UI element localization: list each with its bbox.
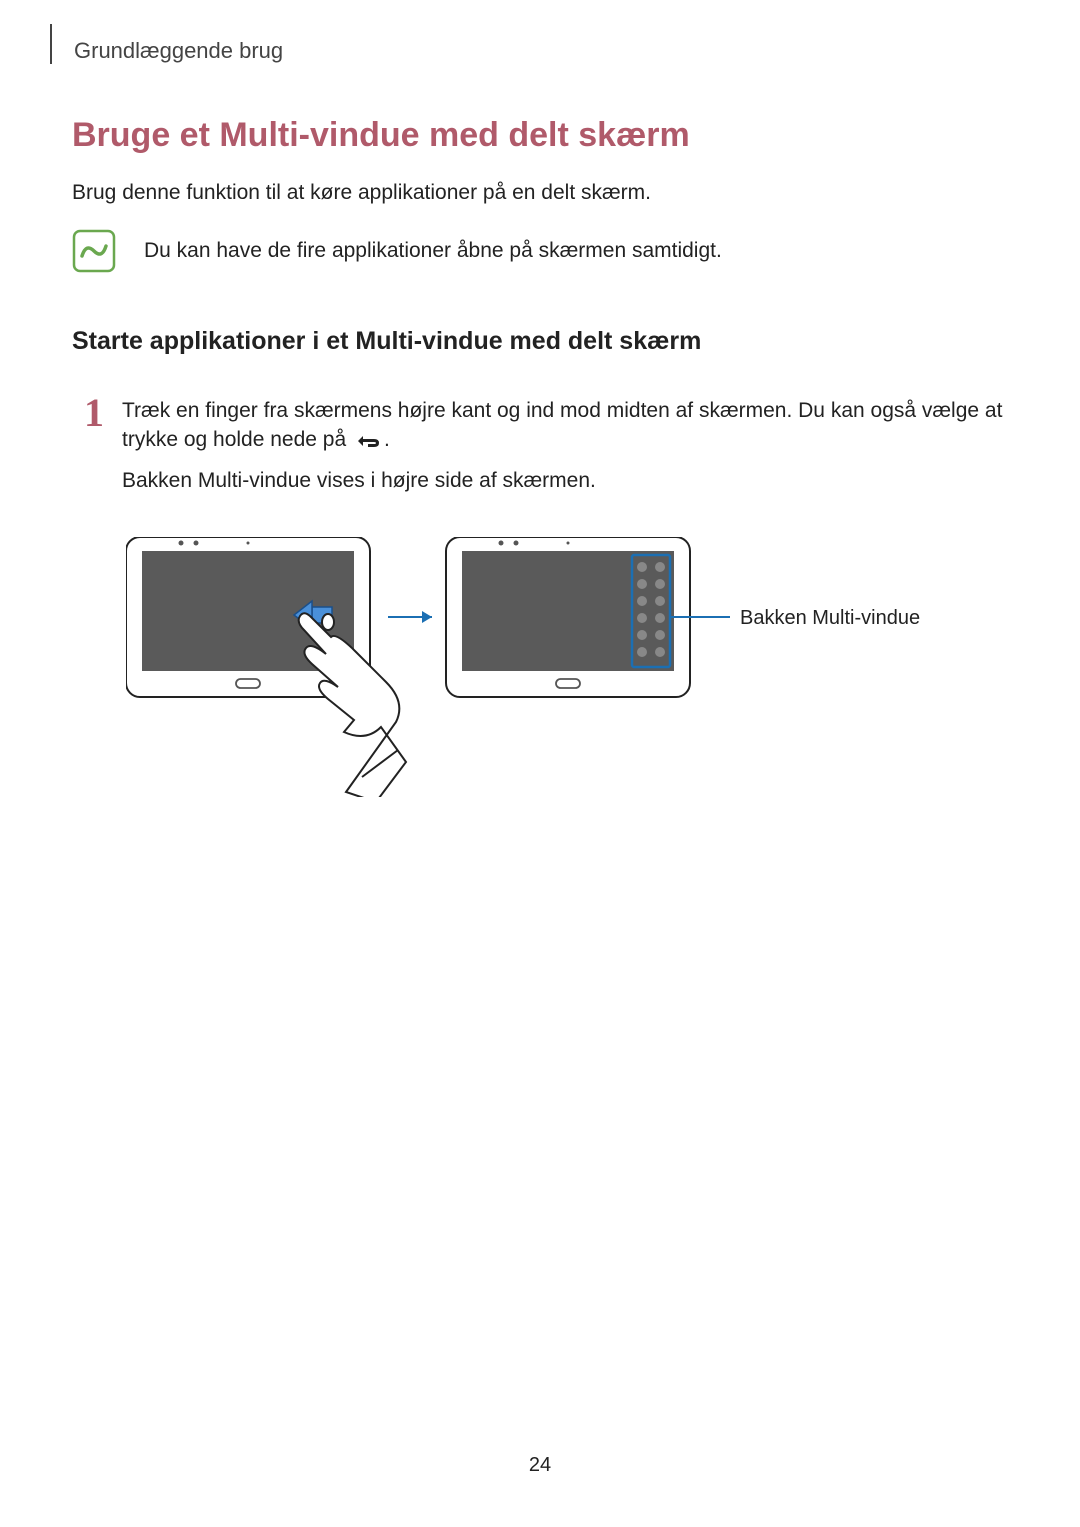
step-text: Træk en finger fra skærmens højre kant o… [122, 396, 1008, 455]
subsection-heading: Starte applikationer i et Multi-vindue m… [72, 327, 1008, 356]
back-icon [354, 432, 382, 450]
diagram-callout-label: Bakken Multi-vindue [740, 607, 920, 630]
step-text-part1: Træk en finger fra skærmens højre kant o… [122, 399, 1002, 451]
note-icon [72, 229, 116, 273]
header-divider [50, 24, 52, 64]
step-1: 1 Træk en finger fra skærmens højre kant… [72, 396, 1008, 513]
note-text: Du kan have de fire applikationer åbne p… [144, 239, 722, 263]
running-header: Grundlæggende brug [74, 38, 1008, 64]
intro-paragraph: Brug denne funktion til at køre applikat… [72, 181, 1008, 205]
section-heading: Bruge et Multi-vindue med delt skærm [72, 116, 1008, 155]
step-number: 1 [72, 396, 104, 430]
instruction-diagram [126, 537, 906, 797]
step-followup: Bakken Multi-vindue vises i højre side a… [122, 469, 1008, 493]
diagram-container: Bakken Multi-vindue [126, 537, 1008, 797]
page-number: 24 [0, 1454, 1080, 1477]
step-text-part2: . [384, 428, 390, 451]
note-block: Du kan have de fire applikationer åbne p… [72, 229, 1008, 273]
